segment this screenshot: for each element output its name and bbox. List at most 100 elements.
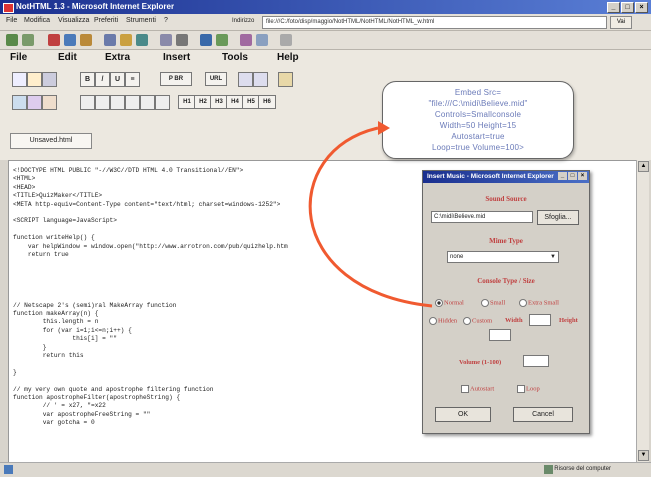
loop-checkbox[interactable]: Loop [517, 385, 540, 393]
console-extra-small-radio[interactable]: Extra Small [519, 299, 559, 307]
save-file-icon[interactable] [42, 72, 57, 87]
console-custom-radio[interactable]: Custom [463, 317, 492, 325]
code-text[interactable]: <!DOCTYPE HTML PUBLIC "-//W3C//DTD HTML … [13, 167, 288, 428]
ie-menu-view[interactable]: Visualizza [58, 17, 89, 24]
form-icon[interactable] [42, 95, 57, 110]
ie-menu-edit[interactable]: Modifica [24, 17, 50, 24]
mime-type-value: none [450, 254, 464, 260]
refresh-icon[interactable] [64, 34, 76, 46]
height-label: Height [559, 317, 578, 324]
dialog-maximize-button[interactable]: □ [568, 172, 577, 180]
frame-icon[interactable] [27, 95, 42, 110]
close-button[interactable]: × [635, 2, 648, 13]
menu-tools[interactable]: Tools [222, 52, 248, 63]
indent-icon[interactable] [110, 95, 125, 110]
volume-label: Volume (1-100) [459, 359, 502, 366]
font-color-icon[interactable] [238, 72, 253, 87]
h6-button[interactable]: H6 [258, 95, 276, 109]
computer-icon [544, 465, 553, 474]
open-file-icon[interactable] [27, 72, 42, 87]
console-small-label: Small [490, 299, 506, 307]
height-input[interactable] [489, 329, 511, 341]
mail-icon[interactable] [160, 34, 172, 46]
callout-line: Controls=Smallconsole [434, 110, 522, 119]
ie-icon [3, 3, 14, 13]
outdent-icon[interactable] [125, 95, 140, 110]
messenger-icon[interactable] [240, 34, 252, 46]
menu-insert[interactable]: Insert [163, 52, 190, 63]
image-icon[interactable] [253, 72, 268, 87]
italic-button[interactable]: / [95, 72, 110, 87]
console-hidden-radio[interactable]: Hidden [429, 317, 457, 325]
new-file-icon[interactable] [12, 72, 27, 87]
minimize-button[interactable]: _ [607, 2, 620, 13]
width-input[interactable] [529, 314, 551, 326]
go-button[interactable]: Vai [610, 16, 632, 29]
center-icon[interactable] [155, 95, 170, 110]
discuss-icon[interactable] [216, 34, 228, 46]
history-icon[interactable] [136, 34, 148, 46]
favorites-icon[interactable] [120, 34, 132, 46]
media-icon[interactable] [280, 34, 292, 46]
ie-menu-file[interactable]: File [6, 17, 17, 24]
callout-line: Embed Src= [454, 88, 502, 97]
menu-extra[interactable]: Extra [105, 52, 130, 63]
callout-line: Width=50 Height=15 [439, 121, 517, 130]
menu-file[interactable]: File [10, 52, 27, 63]
underline-button[interactable]: U [110, 72, 125, 87]
callout-line: Loop=true Volume=100> [431, 143, 525, 152]
scroll-up-icon[interactable]: ▲ [638, 161, 649, 172]
dialog-minimize-button[interactable]: _ [558, 172, 567, 180]
bold-button[interactable]: B [80, 72, 95, 87]
numbered-list-icon[interactable] [95, 95, 110, 110]
console-normal-label: Normal [444, 299, 464, 307]
ie-menu-favorites[interactable]: Preferiti [94, 17, 118, 24]
menu-edit[interactable]: Edit [58, 52, 77, 63]
vertical-scrollbar[interactable]: ▲ ▼ [636, 160, 649, 462]
ie-toolbar [0, 31, 651, 50]
maximize-button[interactable]: □ [621, 2, 634, 13]
print-icon[interactable] [176, 34, 188, 46]
search-icon[interactable] [104, 34, 116, 46]
stop-icon[interactable] [48, 34, 60, 46]
forward-icon[interactable] [22, 34, 34, 46]
app-menubar: File Edit Extra Insert Tools Help [0, 50, 651, 68]
window-titlebar: NotHTML 1.3 - Microsoft Internet Explore… [0, 0, 651, 14]
mime-type-label: Mime Type [489, 237, 523, 245]
callout-line: Autostart=true [451, 132, 505, 141]
menu-help[interactable]: Help [277, 52, 299, 63]
chevron-down-icon: ▼ [550, 254, 556, 260]
url-button[interactable]: URL [205, 72, 227, 86]
console-normal-radio[interactable]: Normal [435, 299, 464, 307]
volume-input[interactable] [523, 355, 549, 367]
rule-icon[interactable] [140, 95, 155, 110]
back-icon[interactable] [6, 34, 18, 46]
autostart-label: Autostart [470, 385, 495, 393]
status-text: Risorse del computer [554, 466, 611, 472]
align-button[interactable]: ≡ [125, 72, 140, 87]
dialog-close-button[interactable]: × [578, 172, 587, 180]
ie-menu-help[interactable]: ? [164, 17, 168, 24]
address-input[interactable]: file:///C:/foto/disp/maggio/NotHTML/NotH… [262, 16, 607, 29]
console-small-radio[interactable]: Small [481, 299, 505, 307]
music-icon[interactable] [278, 72, 293, 87]
p-br-button[interactable]: P BR [160, 72, 192, 86]
sound-source-input[interactable]: C:\midi\Believe.mid [431, 211, 533, 223]
tab-unsaved[interactable]: Unsaved.html [10, 133, 92, 149]
ie-menu-tools[interactable]: Strumenti [126, 17, 156, 24]
ok-button[interactable]: OK [435, 407, 491, 422]
loop-label: Loop [526, 385, 540, 393]
autostart-checkbox[interactable]: Autostart [461, 385, 494, 393]
browse-button[interactable]: Sfoglia... [537, 210, 579, 225]
edit-icon[interactable] [200, 34, 212, 46]
home-icon[interactable] [80, 34, 92, 46]
embed-code-callout: Embed Src= "file:///C:\midi\Believe.mid"… [382, 81, 574, 159]
table-icon[interactable] [12, 95, 27, 110]
window-title: NotHTML 1.3 - Microsoft Internet Explore… [16, 2, 175, 11]
list-icon[interactable] [80, 95, 95, 110]
cancel-button[interactable]: Cancel [513, 407, 573, 422]
mime-type-select[interactable]: none ▼ [447, 251, 559, 263]
scroll-down-icon[interactable]: ▼ [638, 450, 649, 461]
console-custom-label: Custom [472, 317, 493, 325]
research-icon[interactable] [256, 34, 268, 46]
